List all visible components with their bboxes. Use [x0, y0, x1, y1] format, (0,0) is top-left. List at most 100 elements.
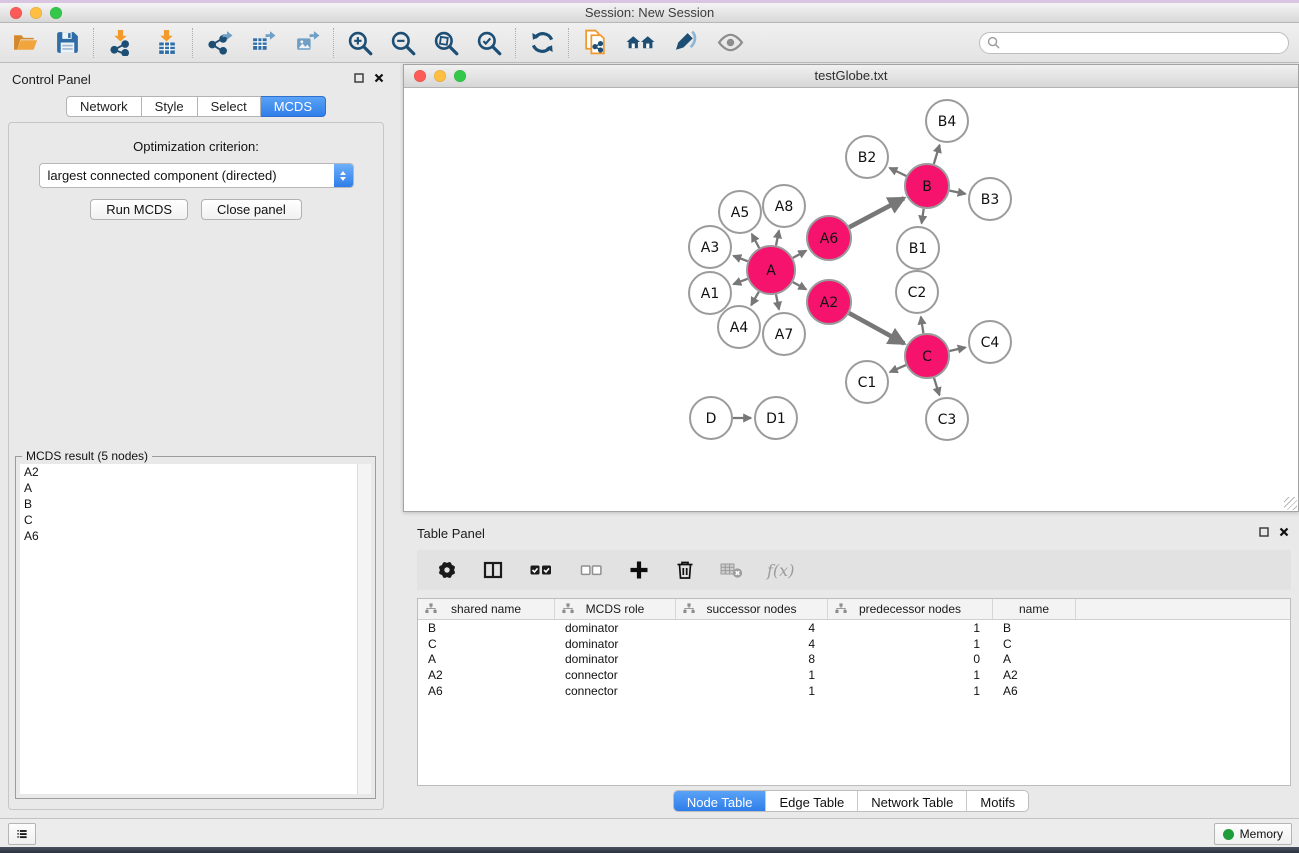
search-input[interactable]: [1005, 35, 1281, 51]
zoom-out-icon[interactable]: [388, 28, 418, 58]
edge-B-B2[interactable]: [890, 168, 907, 176]
close-panel-icon[interactable]: [374, 73, 384, 83]
network-window-titlebar[interactable]: testGlobe.txt: [404, 65, 1298, 88]
edge-C-C3[interactable]: [934, 378, 939, 395]
table-row[interactable]: A2connector11A2: [418, 667, 1290, 683]
close-table-panel-icon[interactable]: [1279, 527, 1289, 537]
table-cell[interactable]: C: [418, 637, 555, 651]
mcds-result-item[interactable]: A: [20, 480, 371, 496]
toggle-graphics-details-icon[interactable]: [670, 28, 700, 58]
column-header-name[interactable]: name: [993, 599, 1076, 619]
edge-B-B1[interactable]: [922, 209, 924, 224]
table-cell[interactable]: A6: [993, 684, 1076, 698]
search-field[interactable]: [979, 32, 1289, 54]
column-header-predecessor-nodes[interactable]: predecessor nodes: [828, 599, 993, 619]
table-cell[interactable]: A6: [418, 684, 555, 698]
select-all-icon[interactable]: [527, 558, 555, 582]
mcds-result-item[interactable]: A2: [20, 464, 371, 480]
edge-A-A2[interactable]: [793, 282, 806, 289]
tab-style[interactable]: Style: [142, 96, 198, 117]
open-session-icon[interactable]: [10, 28, 40, 58]
mcds-result-item[interactable]: A6: [20, 528, 371, 544]
deselect-all-icon[interactable]: [577, 558, 605, 582]
column-header-successor-nodes[interactable]: successor nodes: [676, 599, 828, 619]
table-cell[interactable]: 0: [828, 652, 993, 666]
table-cell[interactable]: C: [993, 637, 1076, 651]
table-row[interactable]: A6connector11A6: [418, 683, 1290, 699]
table-cell[interactable]: 1: [828, 684, 993, 698]
memory-button[interactable]: Memory: [1214, 823, 1292, 845]
table-row[interactable]: Adominator80A: [418, 651, 1290, 667]
table-row[interactable]: Cdominator41C: [418, 636, 1290, 652]
table-mode-gear-icon[interactable]: [435, 558, 459, 582]
show-hide-columns-icon[interactable]: [481, 558, 505, 582]
table-cell[interactable]: 8: [676, 652, 828, 666]
edge-C-C4[interactable]: [950, 347, 966, 351]
table-cell[interactable]: connector: [555, 668, 676, 682]
list-scrollbar[interactable]: [357, 464, 371, 794]
table-cell[interactable]: B: [993, 621, 1076, 635]
table-cell[interactable]: 1: [676, 684, 828, 698]
table-cell[interactable]: A: [418, 652, 555, 666]
table-cell[interactable]: A: [993, 652, 1076, 666]
table-cell[interactable]: dominator: [555, 652, 676, 666]
table-cell[interactable]: 1: [828, 668, 993, 682]
edge-A-A6[interactable]: [793, 251, 806, 258]
import-network-icon[interactable]: [105, 28, 135, 58]
edge-C-C1[interactable]: [890, 365, 906, 372]
edge-A2-C[interactable]: [849, 313, 904, 343]
edge-B-B3[interactable]: [950, 191, 966, 194]
table-cell[interactable]: 4: [676, 621, 828, 635]
table-row[interactable]: Bdominator41B: [418, 620, 1290, 636]
tab-motifs[interactable]: Motifs: [966, 791, 1028, 811]
resize-grip-icon[interactable]: [1284, 497, 1297, 510]
table-cell[interactable]: 1: [828, 621, 993, 635]
float-table-panel-icon[interactable]: [1259, 527, 1269, 537]
show-graphics-icon[interactable]: [715, 28, 745, 58]
edge-A6-B[interactable]: [849, 198, 904, 227]
table-cell[interactable]: dominator: [555, 637, 676, 651]
table-cell[interactable]: connector: [555, 684, 676, 698]
table-cell[interactable]: A2: [418, 668, 555, 682]
tab-node-table[interactable]: Node Table: [674, 791, 766, 811]
network-canvas[interactable]: B4B2BB3A8A5A6A3B1AA1C2A2A4A7C4CC1C3DD1: [404, 88, 1298, 511]
network-from-selection-icon[interactable]: [580, 28, 610, 58]
table-cell[interactable]: 4: [676, 637, 828, 651]
tab-select[interactable]: Select: [198, 96, 261, 117]
mcds-result-item[interactable]: C: [20, 512, 371, 528]
run-mcds-button[interactable]: Run MCDS: [90, 199, 188, 220]
mcds-result-list[interactable]: A2ABCA6: [20, 464, 371, 794]
float-panel-icon[interactable]: [354, 73, 364, 83]
delete-table-icon[interactable]: [719, 558, 745, 582]
table-cell[interactable]: 1: [828, 637, 993, 651]
edge-A-A3[interactable]: [733, 256, 747, 261]
apply-layout-icon[interactable]: [527, 28, 557, 58]
edge-A-A1[interactable]: [733, 279, 747, 284]
tab-mcds[interactable]: MCDS: [261, 96, 326, 117]
export-table-icon[interactable]: [248, 28, 278, 58]
zoom-in-icon[interactable]: [345, 28, 375, 58]
tab-network-table[interactable]: Network Table: [857, 791, 966, 811]
export-image-icon[interactable]: [292, 28, 322, 58]
home-views-icon[interactable]: [625, 28, 655, 58]
zoom-fit-icon[interactable]: [431, 28, 461, 58]
column-header-MCDS-role[interactable]: MCDS role: [555, 599, 676, 619]
close-panel-button[interactable]: Close panel: [201, 199, 302, 220]
edge-B-B4[interactable]: [934, 145, 940, 164]
function-builder-icon[interactable]: f(x): [767, 561, 794, 580]
table-cell[interactable]: 1: [676, 668, 828, 682]
zoom-selected-icon[interactable]: [474, 28, 504, 58]
table-cell[interactable]: B: [418, 621, 555, 635]
table-cell[interactable]: A2: [993, 668, 1076, 682]
table-cell[interactable]: dominator: [555, 621, 676, 635]
edge-A-A5[interactable]: [752, 234, 759, 248]
edge-A-A4[interactable]: [751, 292, 759, 305]
save-session-icon[interactable]: [52, 28, 82, 58]
criterion-select[interactable]: largest connected component (directed): [39, 163, 354, 188]
column-header-shared-name[interactable]: shared name: [418, 599, 555, 619]
export-network-icon[interactable]: [204, 28, 234, 58]
edge-A-A8[interactable]: [776, 231, 779, 246]
tab-network[interactable]: Network: [66, 96, 142, 117]
edge-A-A7[interactable]: [776, 295, 779, 310]
task-history-button[interactable]: [8, 823, 36, 845]
